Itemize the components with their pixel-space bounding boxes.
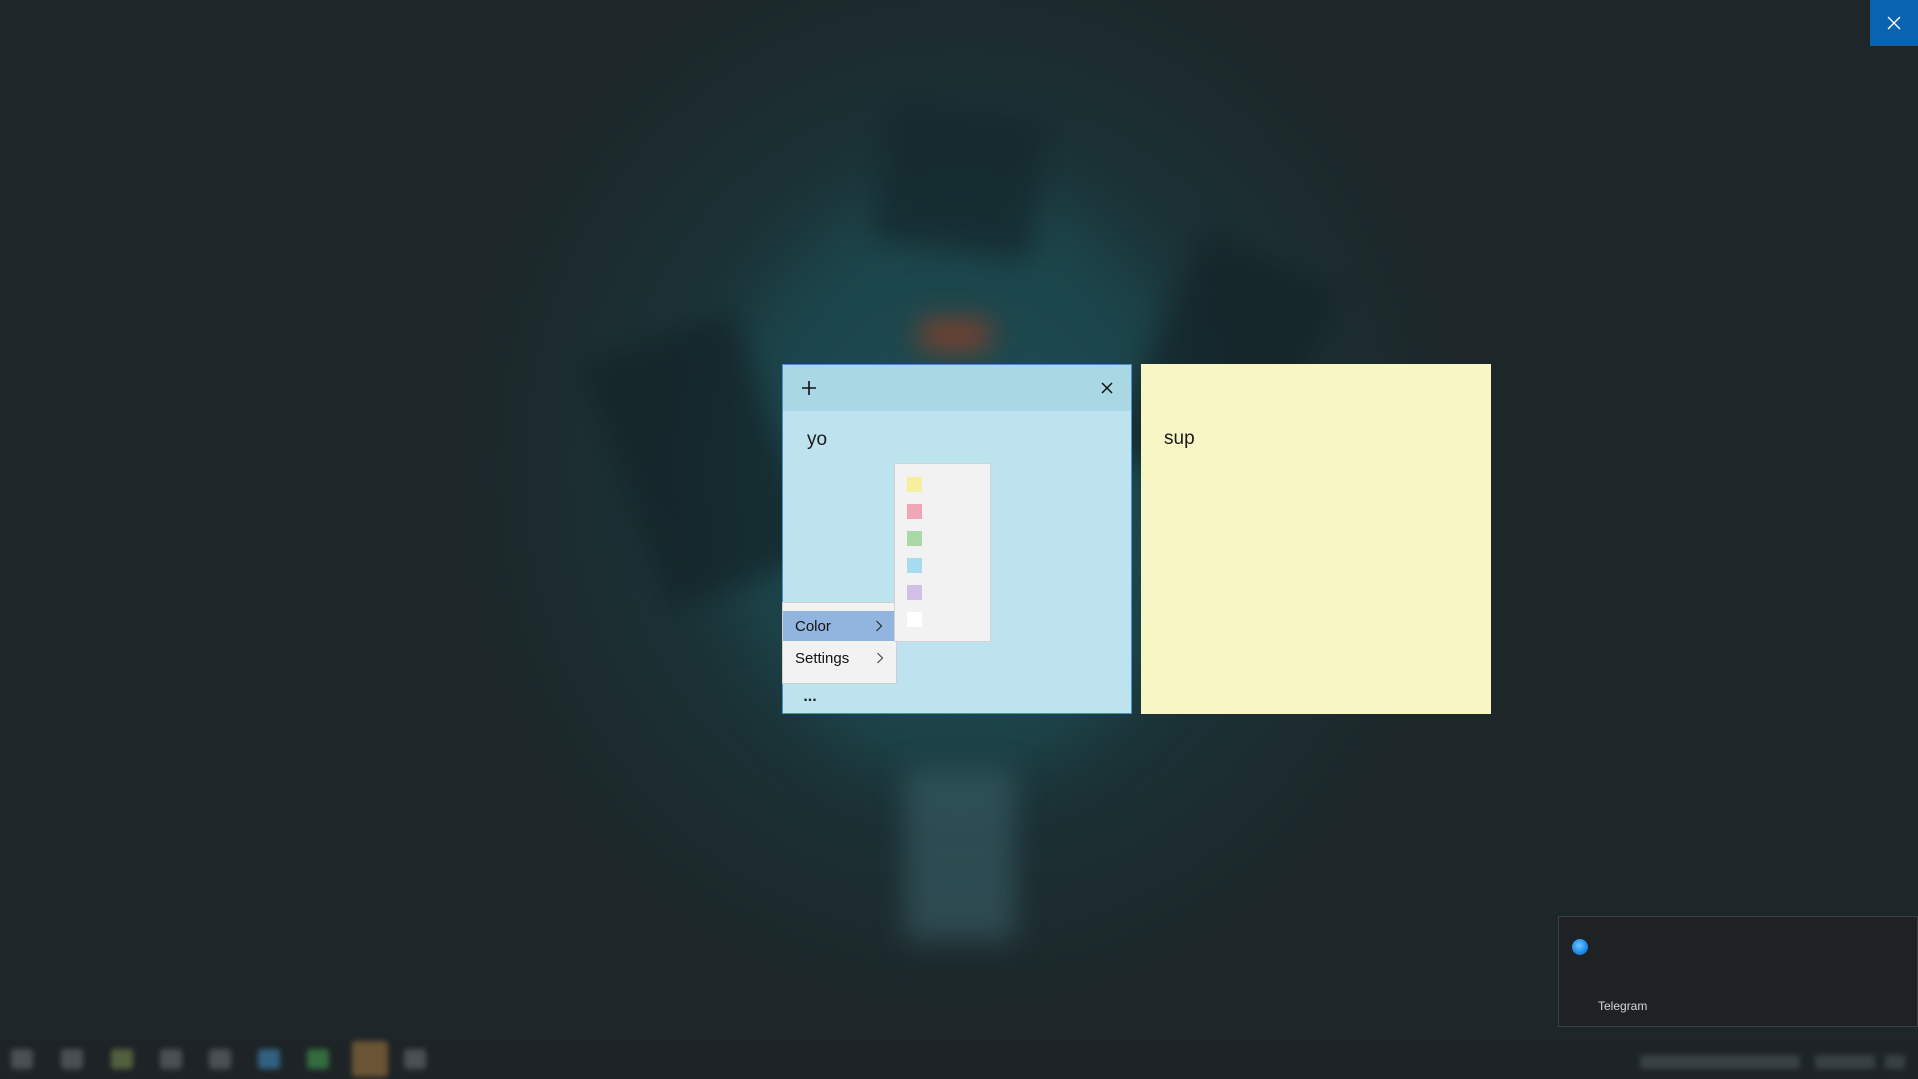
color-submenu [894, 463, 991, 642]
close-overlay-button[interactable] [1870, 0, 1918, 46]
delete-note-button[interactable] [1095, 376, 1119, 400]
color-swatch-yellow[interactable] [907, 477, 922, 492]
app-icon[interactable] [61, 1049, 83, 1069]
system-tray[interactable] [1640, 1055, 1800, 1069]
wallpaper-shape [905, 770, 1015, 940]
taskbar [0, 1039, 1918, 1079]
color-swatch-blue[interactable] [907, 558, 922, 573]
plus-icon [802, 381, 816, 395]
close-icon [1887, 16, 1901, 30]
note-header[interactable] [783, 365, 1131, 411]
telegram-icon [1572, 939, 1588, 955]
new-note-button[interactable] [797, 376, 821, 400]
color-swatch-white[interactable] [907, 612, 922, 627]
chevron-right-icon [877, 652, 884, 664]
menu-item-label: Color [795, 617, 831, 635]
app-icon[interactable] [160, 1049, 182, 1069]
more-options-button[interactable]: ... [795, 687, 825, 707]
note-text[interactable]: sup [1164, 428, 1195, 450]
color-swatch-pink[interactable] [907, 504, 922, 519]
notification-app-name: Telegram [1598, 999, 1648, 1013]
action-center-icon[interactable] [1885, 1055, 1905, 1069]
color-swatch-purple[interactable] [907, 585, 922, 600]
note-context-menu: Color Settings [782, 602, 897, 684]
menu-item-label: Settings [795, 649, 850, 667]
notification-toast[interactable]: Telegram [1558, 916, 1918, 1027]
wallpaper-shape [920, 320, 990, 350]
chevron-right-icon [876, 620, 883, 632]
color-swatch-green[interactable] [907, 531, 922, 546]
clock[interactable] [1815, 1055, 1875, 1069]
app-icon[interactable] [404, 1049, 426, 1069]
app-icon[interactable] [11, 1049, 33, 1069]
app-icon[interactable] [352, 1041, 388, 1077]
app-icon[interactable] [307, 1049, 329, 1069]
app-icon[interactable] [111, 1049, 133, 1069]
menu-item-settings[interactable]: Settings [783, 643, 896, 673]
note-text[interactable]: yo [807, 429, 827, 451]
app-icon[interactable] [258, 1049, 280, 1069]
close-icon [1101, 382, 1113, 394]
menu-item-color[interactable]: Color [783, 611, 895, 641]
sticky-note-yellow[interactable]: sup [1141, 364, 1491, 714]
wallpaper-shape [871, 99, 1049, 261]
app-icon[interactable] [209, 1049, 231, 1069]
